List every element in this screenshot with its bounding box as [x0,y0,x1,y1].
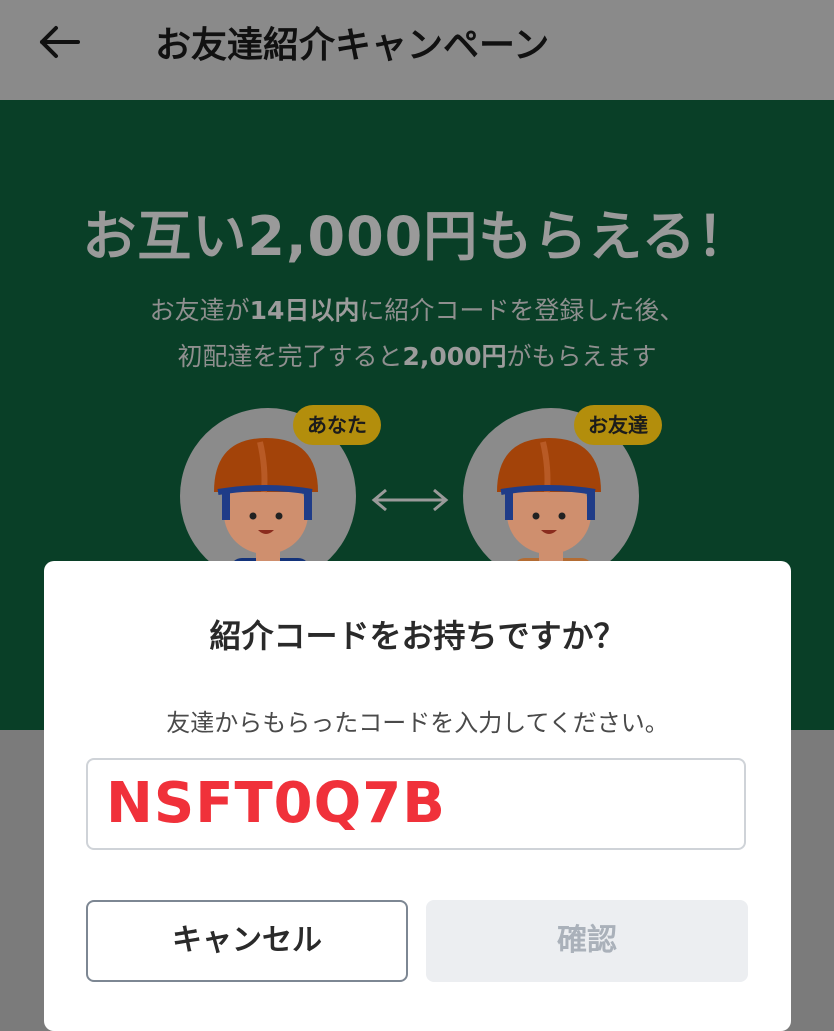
confirm-button[interactable]: 確認 [426,900,748,982]
hero-title: お互い2,000円もらえる！ [82,205,752,268]
page-title: お友達紹介キャンペーン [155,25,550,66]
back-arrow-icon[interactable] [36,22,84,62]
exchange-arrow-icon [371,488,449,512]
dialog-subtitle: 友達からもらったコードを入力してください。 [166,709,669,737]
hero-description: お友達が14日以内に紹介コードを登録した後、 初配達を完了すると2,000円がも… [0,288,834,380]
hero-desc-line-2: 初配達を完了すると2,000円がもらえます [177,342,657,371]
badge-you: あなた [293,405,381,445]
referral-code-dialog: 紹介コードをお持ちですか？ 友達からもらったコードを入力してください。 NSFT… [44,561,791,1031]
app-header: お友達紹介キャンペーン [0,0,834,100]
cancel-button[interactable]: キャンセル [86,900,408,982]
dialog-title: 紹介コードをお持ちですか？ [209,617,626,655]
referral-code-input[interactable]: NSFT0Q7B [86,758,746,850]
hero-desc-line-1: お友達が14日以内に紹介コードを登録した後、 [149,296,685,325]
badge-friend: お友達 [574,405,662,445]
